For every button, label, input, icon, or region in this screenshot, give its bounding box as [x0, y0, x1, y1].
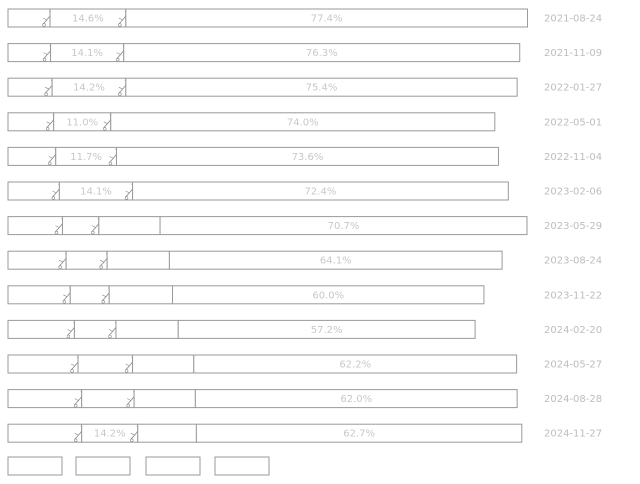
bar-row: 11.7% 73.6% 2022-11-04	[7, 146, 602, 166]
data-label: 72.4%	[305, 187, 337, 198]
category-tick-label: 2023-05-29	[544, 221, 602, 232]
bar-segment-b	[69, 285, 110, 305]
bar-segment-a	[7, 354, 79, 374]
legend-swatch	[214, 456, 270, 476]
bar-row: 14.1% 72.4% 2023-02-06	[7, 181, 602, 201]
category-tick-label: 2023-02-06	[544, 187, 602, 198]
category-tick-label: 2023-08-24	[544, 256, 602, 267]
data-label: 77.4%	[311, 14, 343, 25]
bar-segment-c	[115, 319, 179, 339]
stacked-bar-chart: 14.6% 77.4% 2021-08-24 14.1% 76.3% 2021-11-09…	[7, 8, 602, 476]
data-label: 11.0%	[66, 117, 98, 128]
bar-row: 14.2% 75.4% 2022-01-27	[7, 77, 602, 97]
bar-segment-a	[7, 8, 51, 28]
category-tick-label: 2021-11-09	[544, 48, 602, 59]
bar-segment-c	[108, 285, 174, 305]
data-label: 14.2%	[94, 429, 126, 440]
category-tick-label: 2022-05-01	[544, 117, 602, 128]
data-label: 11.7%	[70, 152, 102, 163]
legend-swatch	[145, 456, 201, 476]
bar-segment-b	[73, 319, 117, 339]
bar-segment-a	[7, 423, 83, 443]
bar-row: 14.6% 77.4% 2021-08-24	[7, 8, 602, 28]
category-tick-label: 2024-02-20	[544, 325, 602, 336]
bar-row: 62.0% 2024-08-28	[7, 389, 602, 409]
category-tick-label: 2022-11-04	[544, 152, 602, 163]
data-label: 60.0%	[312, 290, 344, 301]
bar-segment-b	[65, 250, 108, 270]
data-label: 14.2%	[73, 83, 105, 94]
bar-row: 11.0% 74.0% 2022-05-01	[7, 112, 602, 132]
data-label: 75.4%	[306, 83, 338, 94]
category-tick-label: 2024-11-27	[544, 429, 602, 440]
data-label: 73.6%	[292, 152, 324, 163]
bar-segment-b	[81, 389, 135, 409]
bar-row: 57.2% 2024-02-20	[7, 319, 602, 339]
bar-segment-c	[133, 389, 196, 409]
bar-row: 60.0% 2023-11-22	[7, 285, 602, 305]
category-tick-label: 2024-08-28	[544, 394, 602, 405]
bar-segment-c	[137, 423, 197, 443]
data-label: 70.7%	[328, 221, 360, 232]
bar-segment-c	[132, 354, 195, 374]
bar-segment-a	[7, 389, 83, 409]
bar-segment-c	[98, 216, 161, 236]
bar-row: 62.2% 2024-05-27	[7, 354, 602, 374]
bar-row: 14.2% 62.7% 2024-11-27	[7, 423, 602, 443]
data-label: 57.2%	[311, 325, 343, 336]
legend-swatch	[75, 456, 131, 476]
data-label: 14.1%	[80, 187, 112, 198]
data-label: 14.1%	[71, 48, 103, 59]
data-label: 62.0%	[340, 394, 372, 405]
data-label: 62.7%	[343, 429, 375, 440]
bar-row: 14.1% 76.3% 2021-11-09	[7, 43, 602, 63]
category-tick-label: 2021-08-24	[544, 14, 602, 25]
data-label: 76.3%	[306, 48, 338, 59]
bar-row: 64.1% 2023-08-24	[7, 250, 602, 270]
bar-segment-a	[7, 250, 67, 270]
legend-swatch	[7, 456, 63, 476]
data-label: 14.6%	[72, 14, 104, 25]
data-label: 74.0%	[287, 117, 319, 128]
data-label: 64.1%	[320, 256, 352, 267]
bar-segment-a	[7, 285, 71, 305]
bar-segment-a	[7, 181, 60, 201]
bar-segment-a	[7, 319, 75, 339]
bar-segment-b	[77, 354, 134, 374]
category-tick-label: 2024-05-27	[544, 360, 602, 371]
category-tick-label: 2022-01-27	[544, 83, 602, 94]
bar-segment-a	[7, 216, 63, 236]
bar-segment-c	[106, 250, 170, 270]
data-label: 62.2%	[339, 360, 371, 371]
bar-row: 70.7% 2023-05-29	[7, 216, 602, 236]
category-tick-label: 2023-11-22	[544, 290, 602, 301]
bar-segment-b	[61, 216, 100, 236]
